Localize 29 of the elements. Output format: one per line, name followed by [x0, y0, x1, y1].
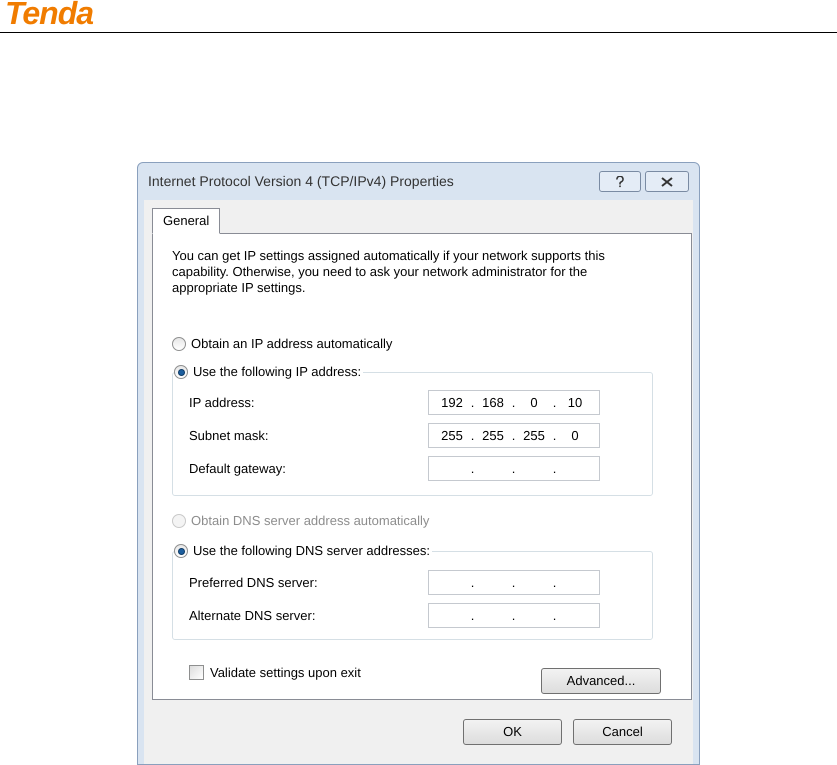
- field-label: IP address:: [189, 394, 256, 412]
- ip-address-field[interactable]: . . .: [428, 603, 600, 628]
- field-label: Preferred DNS server:: [189, 574, 319, 592]
- radio-option[interactable]: Use the following IP address:: [174, 363, 362, 381]
- ip-address-field[interactable]: 255 . 255 . 255 . 0: [428, 423, 600, 448]
- logo: Tenda: [5, 0, 94, 30]
- ok-button[interactable]: OK: [463, 719, 562, 745]
- radio-button[interactable]: [172, 337, 186, 351]
- advanced-button[interactable]: Advanced...: [541, 668, 661, 694]
- tab[interactable]: General: [152, 208, 220, 234]
- radio-option[interactable]: Use the following DNS server addresses:: [174, 542, 430, 560]
- ip-address-field[interactable]: 192 . 168 . 0 . 10: [428, 390, 600, 415]
- radio-option[interactable]: Obtain an IP address automatically: [172, 335, 671, 353]
- help-icon: [616, 176, 624, 188]
- ip-address-field[interactable]: . . .: [428, 570, 600, 595]
- help-button[interactable]: [599, 171, 641, 192]
- checkbox[interactable]: [189, 665, 204, 680]
- cancel-button[interactable]: Cancel: [573, 719, 672, 745]
- close-button[interactable]: [645, 171, 689, 192]
- ip-address-field[interactable]: . . .: [428, 456, 600, 481]
- field-label: Default gateway:: [189, 460, 287, 478]
- close-icon: [661, 176, 673, 186]
- field-label: Alternate DNS server:: [189, 606, 316, 625]
- window-title: Internet Protocol Version 4 (TCP/IPv4) Properties: [148, 172, 455, 191]
- radio-button[interactable]: [174, 544, 188, 558]
- description-text: You can get IP settings assigned automatically if your network supports this capability. Otherwise, you need to ask your network administrator for the appropriate IP settings.: [172, 248, 606, 296]
- checkbox-option[interactable]: Validate settings upon exit: [189, 663, 541, 682]
- radio-button[interactable]: [174, 365, 188, 379]
- field-label: Subnet mask:: [189, 426, 270, 445]
